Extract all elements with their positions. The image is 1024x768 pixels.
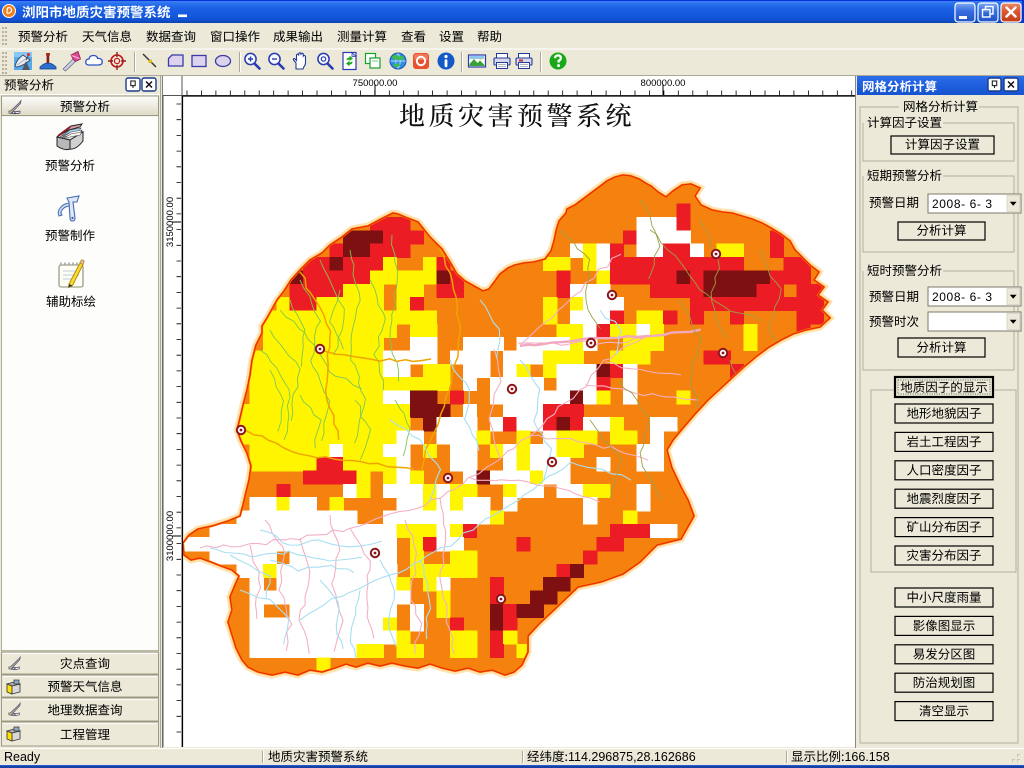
svg-text:800000.00: 800000.00 bbox=[641, 78, 686, 89]
svg-text:114.296875,28.162686: 114.296875,28.162686 bbox=[568, 750, 696, 764]
svg-text:166.158: 166.158 bbox=[844, 750, 889, 764]
svg-text:2008- 6- 3: 2008- 6- 3 bbox=[932, 197, 993, 211]
svg-text:750000.00: 750000.00 bbox=[353, 78, 398, 89]
svg-text:2008- 6- 3: 2008- 6- 3 bbox=[932, 290, 993, 304]
svg-text:3100000.00: 3100000.00 bbox=[165, 511, 176, 561]
svg-text:Ready: Ready bbox=[4, 750, 41, 764]
svg-text:3150000.00: 3150000.00 bbox=[165, 197, 176, 247]
